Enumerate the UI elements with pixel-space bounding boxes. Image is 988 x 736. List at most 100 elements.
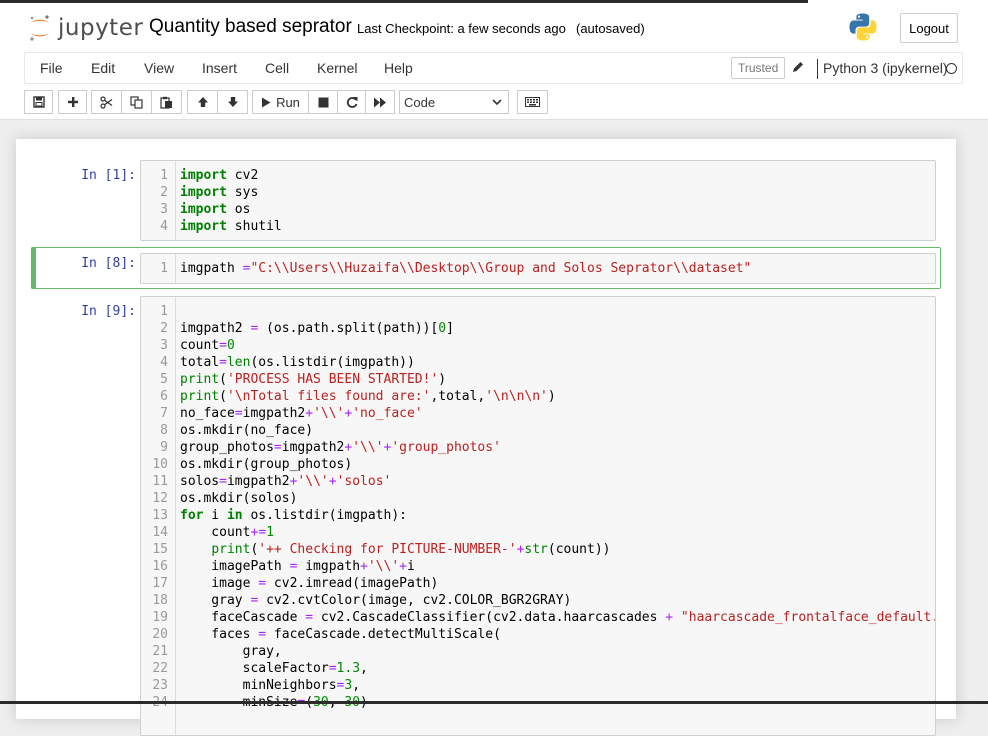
menu-help[interactable]: Help	[384, 60, 413, 76]
code-token: 'solos'	[336, 474, 392, 489]
save-button[interactable]	[24, 90, 53, 114]
line-number: 11	[152, 474, 168, 489]
line-number: 10	[152, 457, 168, 472]
move-down-button[interactable]	[217, 90, 248, 114]
run-button[interactable]: Run	[252, 90, 309, 114]
code-text: print('\nTotal files found are:',total,'…	[180, 388, 556, 405]
code-token: os	[226, 202, 251, 217]
code-editor[interactable]: 1 2 imgpath2 = (os.path.split(path))[0] 3 co…	[140, 296, 936, 736]
code-text: os.mkdir(group_photos)	[180, 456, 352, 473]
code-token: os.mkdir(group_photos)	[180, 457, 353, 472]
code-token: ,total,	[430, 389, 486, 404]
menu-view[interactable]: View	[144, 60, 174, 76]
code-token: 'no_face'	[352, 406, 423, 421]
menu-kernel[interactable]: Kernel	[317, 60, 357, 76]
code-text: os.mkdir(no_face)	[180, 422, 313, 439]
code-line: 1	[141, 303, 935, 320]
line-number: 2	[160, 321, 168, 336]
code-text: print('PROCESS HAS BEEN STARTED!')	[180, 371, 446, 388]
line-number: 21	[152, 644, 168, 659]
logout-button[interactable]: Logout	[900, 13, 958, 43]
jupyter-logo[interactable]: jupyter	[28, 13, 143, 43]
cut-button[interactable]	[91, 90, 122, 114]
code-token: "C:\\Users\\Huzaifa\\Desktop\\Group and …	[250, 261, 752, 276]
code-line: 6 print('\nTotal files found are:',total,…	[141, 388, 935, 405]
cell-prompt: In [8]:	[81, 256, 136, 271]
code-text: image = cv2.imread(imagePath)	[180, 575, 438, 592]
code-token: os.mkdir(solos)	[180, 491, 298, 506]
code-token: scaleFactor	[180, 661, 329, 676]
code-token: in	[226, 508, 243, 523]
code-token: (os.listdir(imgpath))	[250, 355, 415, 370]
menu-cell[interactable]: Cell	[265, 60, 289, 76]
code-token: imgpath2	[226, 474, 290, 489]
code-token: imgpath	[297, 559, 361, 574]
code-editor[interactable]: 1 import cv2 2 import sys 3 import os 4 import …	[140, 160, 936, 241]
menu-edit[interactable]: Edit	[91, 60, 115, 76]
code-token: )	[547, 389, 556, 404]
code-line: 1 imgpath ="C:\\Users\\Huzaifa\\Desktop\\…	[141, 260, 935, 277]
kernel-name[interactable]: Python 3 (ipykernel)	[823, 60, 948, 76]
restart-run-all-button[interactable]	[365, 90, 395, 114]
code-token: ]	[446, 321, 454, 336]
code-line: 4 total=len(os.listdir(imgpath))	[141, 354, 935, 371]
paste-button[interactable]	[151, 90, 182, 114]
code-editor[interactable]: 1 imgpath ="C:\\Users\\Huzaifa\\Desktop\\…	[140, 253, 936, 284]
code-token: (	[219, 389, 227, 404]
restart-button[interactable]	[337, 90, 366, 114]
code-line: 8 os.mkdir(no_face)	[141, 422, 935, 439]
command-palette-button[interactable]	[517, 90, 548, 114]
keyboard-icon	[525, 97, 540, 107]
code-token: =	[219, 355, 227, 370]
line-number: 12	[152, 491, 168, 506]
trusted-badge[interactable]: Trusted	[731, 57, 786, 79]
code-line: 2 import sys	[141, 184, 935, 201]
line-number: 19	[152, 610, 168, 625]
kernel-separator	[817, 59, 818, 79]
cell-prompt: In [9]:	[81, 304, 136, 319]
move-up-button[interactable]	[187, 90, 218, 114]
code-line: 22 scaleFactor=1.3,	[141, 660, 935, 677]
line-number: 3	[160, 202, 168, 217]
code-token: image	[180, 576, 259, 591]
notebook-title[interactable]: Quantity based seprator	[149, 16, 352, 38]
code-text: faces = faceCascade.detectMultiScale(	[180, 626, 501, 643]
interrupt-button[interactable]	[308, 90, 338, 114]
code-token: import	[180, 185, 227, 200]
code-token: for	[180, 508, 204, 523]
code-line: 20 faces = faceCascade.detectMultiScale(	[141, 626, 935, 643]
line-number: 1	[160, 168, 168, 183]
code-cell[interactable]: In [9]: 1 2 imgpath2 = (os.path.split(path…	[31, 295, 941, 736]
line-number: 13	[152, 508, 168, 523]
code-text: gray = cv2.cvtColor(image, cv2.COLOR_BGR…	[180, 592, 571, 609]
edit-pencil-icon[interactable]	[791, 60, 805, 74]
code-token: +	[360, 559, 368, 574]
code-line: 2 imgpath2 = (os.path.split(path))[0]	[141, 320, 935, 337]
code-token: "haarcascade_frontalface_default.xml"	[680, 610, 935, 625]
menu-file[interactable]: File	[40, 60, 63, 76]
code-cell-selected[interactable]: In [8]: 1 imgpath ="C:\\Users\\Huzaifa\\D…	[31, 247, 941, 289]
code-token: 'group_photos'	[391, 440, 501, 455]
insert-cell-button[interactable]	[58, 90, 87, 114]
code-token: sys	[226, 185, 259, 200]
code-token: faceCascade.detectMultiScale(	[266, 627, 501, 642]
code-lines: 1 imgpath ="C:\\Users\\Huzaifa\\Desktop\\…	[141, 260, 935, 277]
code-token: imgpath2	[180, 321, 251, 336]
cell-type-select[interactable]: Code	[399, 90, 509, 114]
code-token: cv2.cvtColor(image, cv2.COLOR_BGR2GRAY)	[258, 593, 572, 608]
code-token: 0	[226, 338, 235, 353]
code-token: 1	[266, 525, 274, 540]
code-token: shutil	[226, 219, 282, 234]
line-number: 5	[160, 372, 168, 387]
kernel-idle-indicator-icon	[946, 63, 957, 74]
code-token: os.listdir(imgpath):	[242, 508, 407, 523]
code-text: imgpath ="C:\\Users\\Huzaifa\\Desktop\\G…	[180, 260, 751, 277]
code-lines: 1 import cv2 2 import sys 3 import os 4 import …	[141, 167, 935, 235]
cell-type-value: Code	[404, 94, 436, 110]
code-cell[interactable]: In [1]: 1 import cv2 2 import sys 3 import os…	[31, 159, 941, 241]
menu-insert[interactable]: Insert	[202, 60, 237, 76]
line-number: 4	[160, 355, 168, 370]
copy-button[interactable]	[121, 90, 152, 114]
